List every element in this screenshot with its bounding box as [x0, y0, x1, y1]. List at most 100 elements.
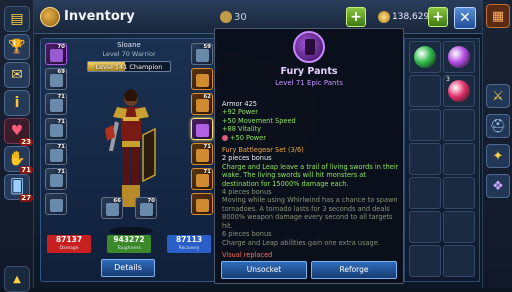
gold-coin-icon	[378, 11, 390, 23]
equipment-slot[interactable]: 70	[135, 197, 157, 219]
slot-level: 71	[57, 144, 65, 150]
tooltip-line: 6 pieces bonus	[222, 230, 400, 238]
tooltip-line: Fury Battlegear Set (3/6)	[222, 146, 400, 154]
damage-label: Damage	[59, 246, 79, 251]
equipment-slot[interactable]	[191, 193, 213, 215]
ability-icon[interactable]: ✦	[486, 144, 510, 168]
bag-icon	[40, 7, 60, 27]
helmet-icon[interactable]: ⛑	[486, 114, 510, 138]
equipment-slot[interactable]: 71	[45, 168, 67, 190]
cards-icon[interactable]: 🂠 27	[4, 174, 33, 202]
inventory-slot[interactable]	[409, 41, 441, 73]
item-stats: Armor 425 +92 Power +50 Movement Speed +88 …	[222, 100, 400, 259]
equipment-slot[interactable]: 62	[191, 93, 213, 115]
inventory-slot[interactable]: 3	[443, 75, 475, 107]
inventory-slot[interactable]	[409, 245, 441, 277]
equipment-slot[interactable]: 70	[45, 43, 67, 65]
reforge-button[interactable]: Reforge	[311, 261, 397, 279]
toughness-value: 943272	[113, 235, 145, 244]
add-gems-button[interactable]: +	[346, 7, 366, 27]
info-icon[interactable]: i	[4, 90, 30, 116]
tooltip-line-text: Charge and Leap abilities gain one extra…	[222, 238, 380, 247]
sword-icon	[196, 49, 209, 62]
slot-level: 71	[57, 94, 65, 100]
tooltip-line-text: +88 Vitality	[222, 125, 261, 134]
bracer-icon	[196, 74, 209, 87]
arrow-icon[interactable]: ▲	[4, 266, 30, 292]
quest-book-icon[interactable]: ▤	[4, 6, 30, 32]
inventory-slot[interactable]	[443, 109, 475, 141]
details-button[interactable]: Details	[101, 259, 155, 277]
tooltip-line-text: Visual replaced	[222, 250, 273, 259]
add-gold-button[interactable]: +	[428, 7, 448, 27]
tooltip-line-text: Armor 425	[222, 100, 257, 108]
mail-icon[interactable]: ✉	[4, 62, 30, 88]
slot-level: 71	[203, 169, 211, 175]
equipment-slot[interactable]	[45, 193, 67, 215]
inventory-slot[interactable]	[409, 211, 441, 243]
gem-currency-icon	[220, 11, 232, 23]
slot-level: 70	[147, 198, 155, 204]
toughness-stat: 943272 Toughness	[107, 235, 151, 253]
equipment-slot[interactable]	[191, 68, 213, 90]
chest-armor-icon	[50, 99, 63, 112]
socket-gem-icon	[222, 134, 228, 141]
gloves-icon	[50, 149, 63, 162]
equipment-slot[interactable]: 71	[191, 143, 213, 165]
inventory-slot[interactable]	[443, 245, 475, 277]
swords-icon[interactable]: ⚔	[486, 84, 510, 108]
recovery-value: 87113	[175, 235, 203, 244]
slot-level: 62	[203, 94, 211, 100]
equipment-slot[interactable]: 71	[191, 168, 213, 190]
tooltip-line-text: 2 pieces bonus	[222, 154, 272, 163]
ring-icon	[50, 174, 63, 187]
equipment-slot[interactable]	[191, 118, 213, 140]
equipment-slot[interactable]: 71	[45, 118, 67, 140]
tooltip-line: +50 Power	[222, 134, 400, 142]
close-button[interactable]: ✕	[454, 7, 476, 29]
tooltip-line: Moving while using Whirlwind has a chanc…	[222, 196, 400, 230]
amulet-icon	[50, 74, 63, 87]
heart-icon[interactable]: ♥ 23	[4, 118, 33, 146]
crystal-icon[interactable]: ❖	[486, 174, 510, 198]
equipment-slot[interactable]: 66	[101, 197, 123, 219]
slot-level: 71	[57, 119, 65, 125]
trophy-icon[interactable]: 🏆	[4, 34, 30, 60]
menu-icon[interactable]: ▦	[486, 4, 510, 28]
inventory-slot[interactable]	[409, 109, 441, 141]
inventory-slot[interactable]	[443, 41, 475, 73]
tooltip-line-text: +50 Power	[230, 133, 266, 142]
left-sidebar: ▤ 🏆 ✉ i ♥ 23 ✋ 71 🂠 27 ▲	[0, 0, 34, 292]
equipment-slot[interactable]: 69	[45, 68, 67, 90]
equipment-slot[interactable]: 71	[45, 93, 67, 115]
equipment-slot[interactable]: 59	[191, 43, 213, 65]
cards-badge: 27	[19, 194, 33, 202]
slot-level: 66	[113, 198, 121, 204]
tooltip-line-text: 6 pieces bonus	[222, 230, 272, 239]
tooltip-line: Charge and Leap abilities gain one extra…	[222, 239, 400, 247]
equipment-slot[interactable]: 71	[45, 143, 67, 165]
inventory-slot[interactable]	[443, 143, 475, 175]
character-panel: Sloane Level 70 Warrior Level 141 Champi…	[40, 38, 218, 282]
belt-icon	[50, 124, 63, 137]
hand-icon[interactable]: ✋ 71	[4, 146, 33, 174]
inventory-slot[interactable]	[409, 75, 441, 107]
inventory-slot[interactable]	[443, 211, 475, 243]
inventory-slot[interactable]	[443, 177, 475, 209]
heart-badge: 23	[19, 138, 33, 146]
item-tooltip: Fury Pants Level 71 Epic Pants Armor 425…	[214, 28, 404, 284]
inventory-slot[interactable]	[409, 143, 441, 175]
inventory-screen: ▤ 🏆 ✉ i ♥ 23 ✋ 71 🂠 27 ▲ Inventory 30 + 138…	[0, 0, 512, 292]
right-sidebar: ▦ ⚔ ⛑ ✦ ❖	[482, 0, 512, 288]
unsocket-button[interactable]: Unsocket	[221, 261, 307, 279]
slot-level: 71	[203, 144, 211, 150]
axe-icon	[106, 203, 119, 216]
champion-level-bar: Level 141 Champion	[87, 61, 171, 72]
tooltip-line-text: +50 Movement Speed	[222, 116, 296, 125]
item-name: Fury Pants	[280, 66, 338, 77]
damage-stat: 87137 Damage	[47, 235, 91, 253]
pants-icon	[196, 124, 209, 137]
fury-pants-icon	[293, 31, 325, 63]
inventory-slot[interactable]	[409, 177, 441, 209]
tooltip-line-text: Fury Battlegear Set (3/6)	[222, 146, 304, 155]
